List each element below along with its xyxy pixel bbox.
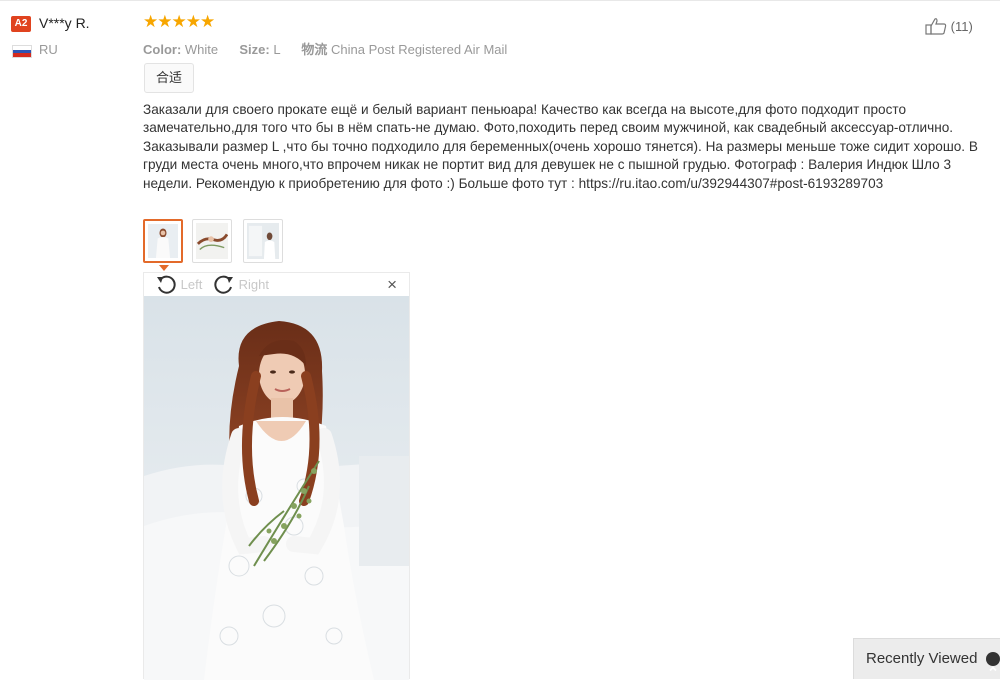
reviewer-name: V***y R. xyxy=(39,15,90,31)
order-attributes: Color: White Size: L 物流 China Post Regis… xyxy=(143,39,507,58)
rotate-right-label: Right xyxy=(238,277,269,292)
review-thumbnail-3[interactable] xyxy=(243,219,283,263)
star-rating: ★★★★★ xyxy=(143,12,215,31)
shipping-label: 物流 xyxy=(301,42,328,57)
review-text: Заказали для своего прокате ещё и белый … xyxy=(143,102,978,191)
rotate-left-label: Left xyxy=(180,277,203,292)
active-thumbnail-pointer xyxy=(159,265,169,271)
chevron-up-icon xyxy=(986,652,1000,672)
color-label: Color: xyxy=(143,42,182,57)
shipping-value: China Post Registered Air Mail xyxy=(331,42,508,57)
top-divider xyxy=(0,0,1000,1)
review-thumbnail-2[interactable] xyxy=(192,219,232,263)
reviewer-country: RU xyxy=(39,42,58,57)
review-photo xyxy=(144,296,409,680)
viewer-toolbar: Left Right × xyxy=(144,273,409,295)
thumbnail-image xyxy=(196,223,228,259)
thumbs-up-icon xyxy=(925,18,951,35)
recently-viewed-button[interactable]: Recently Viewed xyxy=(853,638,1000,679)
thumbnail-image xyxy=(247,223,279,259)
review-thumbnail-1[interactable] xyxy=(143,219,183,263)
fit-tag: 合适 xyxy=(144,63,194,93)
thumbnail-image xyxy=(148,224,178,258)
rotate-left-icon xyxy=(155,275,181,294)
helpful-button[interactable]: (11) xyxy=(925,17,973,35)
rotate-right-icon xyxy=(213,275,239,294)
image-viewer: Left Right × xyxy=(143,272,410,680)
color-value: White xyxy=(184,42,219,57)
rotate-right-button[interactable]: Right xyxy=(213,274,269,294)
size-value: L xyxy=(273,42,281,57)
close-viewer-button[interactable]: × xyxy=(387,276,397,294)
rotate-left-button[interactable]: Left xyxy=(155,274,202,294)
buyer-level-badge: A2 xyxy=(11,16,31,32)
russia-flag-icon xyxy=(12,45,32,58)
recently-viewed-label: Recently Viewed xyxy=(866,650,978,667)
size-label: Size: xyxy=(239,42,270,57)
helpful-count: (11) xyxy=(950,19,973,34)
